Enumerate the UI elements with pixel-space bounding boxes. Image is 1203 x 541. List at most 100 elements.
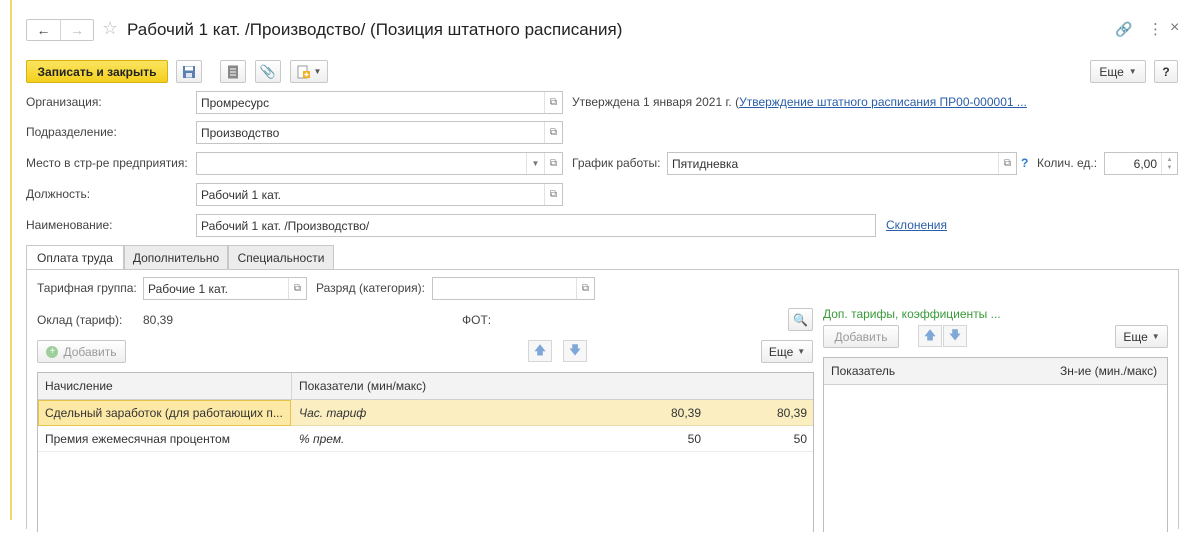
name-field[interactable]: Рабочий 1 кат. /Производство/ bbox=[196, 214, 876, 237]
column-header-value[interactable]: Зн-ие (мин./макс) bbox=[1060, 364, 1157, 378]
position-value: Рабочий 1 кат. bbox=[201, 187, 281, 202]
open-icon[interactable]: ⧉ bbox=[288, 278, 306, 299]
tariff-group-value: Рабочие 1 кат. bbox=[148, 281, 228, 296]
approved-text: Утверждена 1 января 2021 г. (Утверждение… bbox=[572, 95, 1027, 109]
min-value-cell: 80,39 bbox=[670, 406, 701, 420]
left-accent-bar bbox=[10, 0, 12, 520]
fot-label: ФОТ: bbox=[462, 313, 492, 327]
floppy-disk-icon bbox=[183, 65, 195, 78]
help-button[interactable]: ? bbox=[1154, 60, 1178, 83]
window-title: Рабочий 1 кат. /Производство/ (Позиция ш… bbox=[127, 20, 623, 39]
qty-label: Колич. ед.: bbox=[1037, 156, 1098, 170]
nav-buttons: ← → bbox=[26, 19, 94, 41]
name-label: Наименование: bbox=[26, 218, 113, 232]
indicator-cell: % прем. bbox=[299, 432, 345, 446]
extra-move-down-button[interactable]: 🡇 bbox=[943, 325, 967, 347]
tab-additional[interactable]: Дополнительно bbox=[124, 245, 228, 269]
salary-label: Оклад (тариф): bbox=[37, 313, 123, 327]
schedule-label: График работы: bbox=[572, 156, 661, 170]
chevron-down-icon: ▼ bbox=[1151, 332, 1160, 341]
document-button[interactable] bbox=[220, 60, 246, 83]
column-divider bbox=[291, 373, 292, 399]
qty-value: 6,00 bbox=[1133, 156, 1157, 171]
close-icon[interactable]: × bbox=[1170, 19, 1179, 37]
column-header-indicator[interactable]: Показатель bbox=[831, 364, 895, 378]
stepper-icon[interactable]: ▲ ▼ bbox=[1161, 153, 1177, 174]
qty-field[interactable]: 6,00 ▲ ▼ bbox=[1104, 152, 1178, 175]
move-down-button[interactable]: 🡇 bbox=[563, 340, 587, 362]
arrow-up-icon: 🡅 bbox=[923, 327, 937, 342]
forward-button[interactable]: → bbox=[61, 20, 93, 40]
create-based-on-button[interactable]: ▼ bbox=[290, 60, 328, 83]
schedule-help-icon[interactable]: ? bbox=[1021, 156, 1028, 170]
rank-field[interactable]: ⧉ bbox=[432, 277, 595, 300]
star-icon[interactable]: ☆ bbox=[102, 18, 118, 39]
save-and-close-button[interactable]: Записать и закрыть bbox=[26, 60, 168, 83]
tab-specialties[interactable]: Специальности bbox=[228, 245, 334, 269]
position-label: Должность: bbox=[26, 187, 91, 201]
chevron-down-icon: ▼ bbox=[797, 347, 806, 356]
extra-tariffs-table: Показатель Зн-ие (мин./макс) bbox=[823, 357, 1168, 532]
extra-more-button[interactable]: Еще ▼ bbox=[1115, 325, 1168, 348]
table-row[interactable]: Премия ежемесячная процентом % прем. 50 … bbox=[38, 426, 813, 452]
approved-link[interactable]: Утверждение штатного расписания ПР00-000… bbox=[739, 95, 1027, 109]
pay-more-button[interactable]: Еще ▼ bbox=[761, 340, 813, 363]
accrual-text: Сдельный заработок (для работающих п... bbox=[45, 406, 283, 420]
open-icon[interactable]: ⧉ bbox=[544, 92, 562, 113]
dropdown-icon[interactable]: ▼ bbox=[526, 153, 544, 174]
pay-more-label: Еще bbox=[768, 344, 794, 359]
max-value-cell: 50 bbox=[793, 432, 807, 446]
tariff-group-field[interactable]: Рабочие 1 кат. ⧉ bbox=[143, 277, 307, 300]
tab-payment[interactable]: Оплата труда bbox=[26, 245, 124, 270]
link-icon[interactable]: 🔗 bbox=[1115, 21, 1132, 38]
arrow-down-icon: 🡇 bbox=[568, 342, 582, 357]
arrow-left-icon: ← bbox=[36, 22, 51, 38]
more-button[interactable]: Еще ▼ bbox=[1090, 60, 1146, 83]
add-accrual-button[interactable]: + Добавить bbox=[37, 340, 126, 363]
dept-value: Производство bbox=[201, 125, 280, 140]
org-field[interactable]: Промресурс ⧉ bbox=[196, 91, 563, 114]
position-field[interactable]: Рабочий 1 кат. ⧉ bbox=[196, 183, 563, 206]
back-button[interactable]: ← bbox=[27, 20, 61, 40]
chevron-down-icon: ▼ bbox=[313, 67, 322, 76]
column-header-accrual[interactable]: Начисление bbox=[45, 379, 113, 393]
open-icon[interactable]: ⧉ bbox=[544, 153, 562, 174]
accruals-table: Начисление Показатели (мин/макс) Сдельны… bbox=[37, 372, 814, 532]
approved-prefix: Утверждена 1 января 2021 г. ( bbox=[572, 95, 740, 109]
save-button[interactable] bbox=[176, 60, 202, 83]
place-field[interactable]: ▼ ⧉ bbox=[196, 152, 563, 175]
dept-field[interactable]: Производство ⧉ bbox=[196, 121, 563, 144]
table-row[interactable]: Сдельный заработок (для работающих п... … bbox=[38, 400, 813, 426]
extra-more-label: Еще bbox=[1123, 329, 1148, 344]
table-header: Показатель Зн-ие (мин./макс) bbox=[824, 358, 1167, 385]
arrow-down-icon: 🡇 bbox=[948, 327, 962, 342]
declension-link[interactable]: Склонения bbox=[886, 218, 947, 232]
extra-tariffs-title: Доп. тарифы, коэффициенты ... bbox=[823, 307, 1001, 321]
rank-label: Разряд (категория): bbox=[316, 281, 425, 295]
min-value-cell: 50 bbox=[687, 432, 701, 446]
max-value-cell: 80,39 bbox=[776, 406, 807, 420]
more-button-label: Еще bbox=[1099, 64, 1124, 79]
attach-button[interactable]: 📎 bbox=[255, 60, 281, 83]
more-vertical-icon[interactable]: ⋮ bbox=[1148, 20, 1163, 38]
column-header-indicators[interactable]: Показатели (мин/макс) bbox=[299, 379, 426, 393]
plus-circle-icon: + bbox=[46, 345, 59, 358]
extra-move-up-button[interactable]: 🡅 bbox=[918, 325, 942, 347]
move-up-button[interactable]: 🡅 bbox=[528, 340, 552, 362]
schedule-value: Пятидневка bbox=[672, 156, 739, 171]
accrual-cell: Премия ежемесячная процентом bbox=[45, 432, 230, 446]
document-list-icon bbox=[228, 65, 238, 78]
open-icon[interactable]: ⧉ bbox=[576, 278, 594, 299]
accrual-cell: Сдельный заработок (для работающих п... bbox=[38, 400, 291, 426]
add-accrual-label: Добавить bbox=[63, 344, 117, 359]
open-icon[interactable]: ⧉ bbox=[544, 122, 562, 143]
open-icon[interactable]: ⧉ bbox=[544, 184, 562, 205]
create-document-icon bbox=[297, 65, 310, 78]
calculate-fot-button[interactable]: 🔍 bbox=[788, 308, 813, 331]
table-header: Начисление Показатели (мин/макс) bbox=[38, 373, 813, 400]
add-extra-button[interactable]: Добавить bbox=[823, 325, 899, 348]
open-icon[interactable]: ⧉ bbox=[998, 153, 1016, 174]
org-value: Промресурс bbox=[201, 95, 270, 110]
schedule-field[interactable]: Пятидневка ⧉ bbox=[667, 152, 1017, 175]
magnifier-icon: 🔍 bbox=[793, 312, 808, 327]
